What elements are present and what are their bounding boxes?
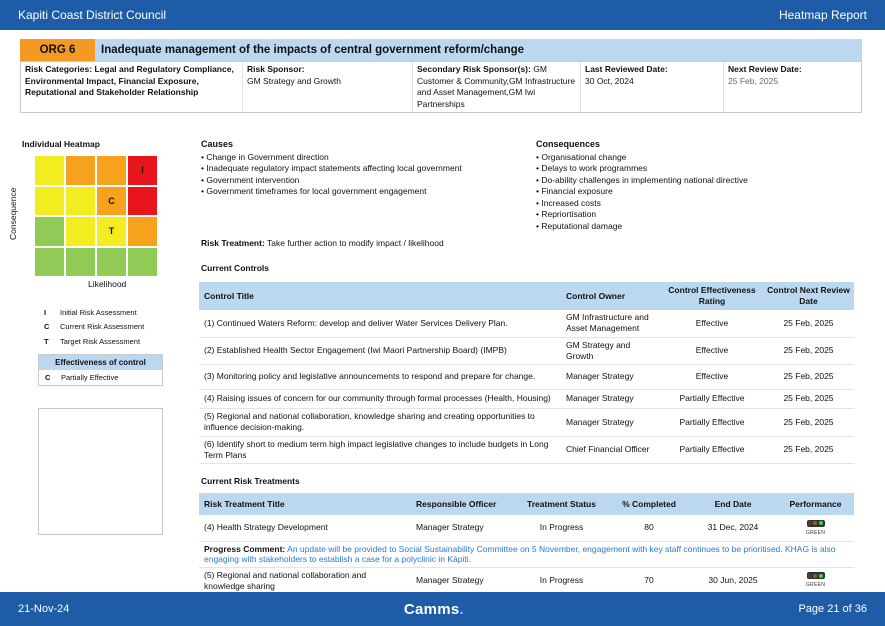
legend-item: I Initial Risk Assessment: [44, 307, 137, 317]
heatmap-cell: [35, 156, 64, 185]
progress-comment: An update will be provided to Social Sus…: [204, 543, 836, 565]
heatmap-cell: [66, 217, 95, 246]
page-number: Page 21 of 36: [798, 603, 867, 615]
consequence-item: • Reputational damage: [536, 220, 623, 231]
causes-section: Causes • Change in Government direction …: [201, 139, 521, 198]
treatments-table: Risk Treatment Title Responsible Officer…: [199, 493, 854, 595]
cause-item: • Government intervention: [201, 174, 300, 185]
table-row: (6) Identify short to medium term high i…: [199, 436, 854, 464]
current-risk-treatments-title: Current Risk Treatments: [201, 476, 300, 486]
heatmap-cell: [35, 247, 64, 276]
cause-item: • Change in Government direction: [201, 151, 329, 162]
heatmap-cell: [128, 247, 157, 276]
heatmap-cell: I: [128, 156, 157, 185]
traffic-light-icon: GREEN: [806, 572, 825, 591]
heatmap-cell: [35, 217, 64, 246]
report-header: Kapiti Coast District Council Heatmap Re…: [0, 0, 885, 30]
heatmap-cell: [97, 247, 126, 276]
heatmap-cell: [35, 186, 64, 215]
legend-item: C Current Risk Assessment: [44, 322, 145, 332]
heatmap-cell: T: [97, 217, 126, 246]
council-name: Kapiti Coast District Council: [18, 8, 167, 22]
risk-categories: Risk Categories: Legal and Regulatory Co…: [21, 62, 243, 112]
table-row: (5) Regional and national collaboration …: [199, 567, 854, 595]
consequence-item: • Financial exposure: [536, 186, 613, 196]
table-row: (3) Monitoring policy and legislative an…: [199, 364, 854, 390]
consequence-item: • Repriortisation: [536, 209, 597, 219]
next-review-date: Next Review Date: 25 Feb, 2025: [728, 64, 802, 86]
heatmap-y-label: Consequence: [8, 187, 18, 240]
heatmap-cell: [66, 156, 95, 185]
legend-item: T Target Risk Assessment: [44, 336, 141, 346]
report-title: Heatmap Report: [778, 8, 867, 22]
current-controls-title: Current Controls: [201, 263, 269, 273]
risk-code-badge: ORG 6: [20, 39, 95, 61]
risk-sponsor: Risk Sponsor: GM Strategy and Growth: [243, 62, 413, 112]
effectiveness-of-control: Effectiveness of control C Partially Effe…: [38, 354, 163, 386]
heatmap-cell: [128, 217, 157, 246]
table-row: (1) Continued Waters Reform: develop and…: [199, 310, 854, 338]
heatmap-title: Individual Heatmap: [22, 139, 100, 149]
consequence-item: • Do-ability challenges in implementing …: [536, 174, 748, 185]
heatmap-cell: [128, 186, 157, 215]
heatmap-legend: I Initial Risk Assessment C Current Risk A…: [38, 305, 163, 349]
risk-title-bar: ORG 6 Inadequate management of the impac…: [20, 39, 862, 61]
cause-item: • Government timeframes for local govern…: [201, 186, 427, 196]
table-row: (5) Regional and national collaboration,…: [199, 408, 854, 437]
heatmap-cell: [97, 156, 126, 185]
consequence-item: • Organisational change: [536, 151, 627, 162]
heatmap-x-label: Likelihood: [88, 279, 127, 289]
risk-title: Inadequate management of the impacts of …: [95, 39, 862, 61]
report-date: 21-Nov-24: [18, 603, 70, 615]
secondary-risk-sponsor: Secondary Risk Sponsor(s): GM Customer &…: [413, 62, 581, 112]
report-footer: 21-Nov-24 Camms. Page 21 of 36: [0, 592, 885, 626]
table-row: (4) Health Strategy Development Manager …: [199, 515, 854, 542]
consequences-section: Consequences • Organisational change • D…: [536, 139, 856, 232]
heatmap-cell: [66, 186, 95, 215]
heatmap-cell: [66, 247, 95, 276]
individual-heatmap: ICT: [35, 156, 157, 276]
table-row: (2) Established Health Sector Engagement…: [199, 337, 854, 365]
table-row: (4) Raising issues of concern for our co…: [199, 389, 854, 409]
camms-logo: Camms.: [403, 600, 464, 618]
traffic-light-icon: GREEN: [806, 519, 825, 539]
progress-comment-row: Progress Comment: An update will be prov…: [199, 541, 854, 568]
cause-item: • Inadequate regulatory impact statement…: [201, 163, 462, 173]
controls-table: Control Title Control Owner Control Effe…: [199, 282, 854, 464]
heatmap-cell: C: [97, 186, 126, 215]
consequence-item: • Delays to work programmes: [536, 163, 648, 173]
risk-treatment: Risk Treatment: Take further action to m…: [201, 238, 444, 248]
blank-panel: [38, 408, 163, 535]
last-reviewed-date: Last Reviewed Date: 30 Oct, 2024: [581, 62, 724, 112]
consequence-item: • Increased costs: [536, 197, 601, 208]
risk-info-row: Risk Categories: Legal and Regulatory Co…: [20, 61, 862, 113]
